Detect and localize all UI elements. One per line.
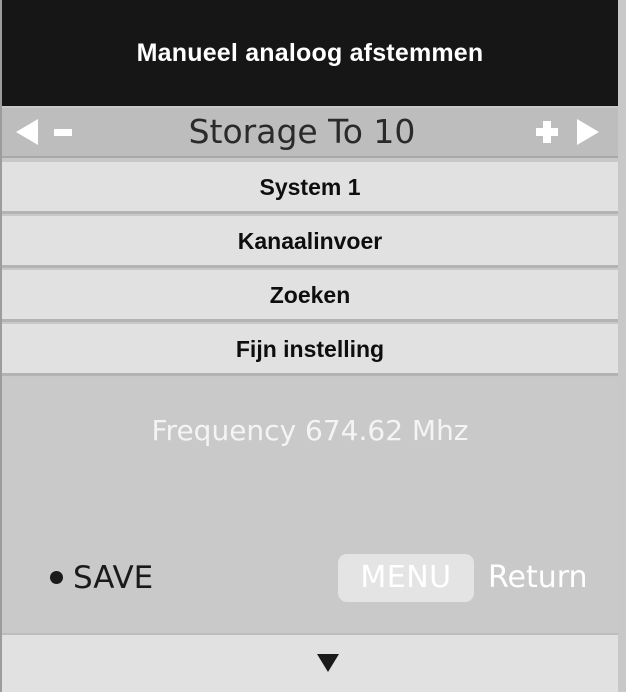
manual-tuning-panel: Manueel analoog afstemmen Storage To 10 … xyxy=(0,0,626,692)
menu-key-button[interactable]: MENU xyxy=(338,554,474,602)
frequency-readout: Frequency 674.62 Mhz xyxy=(151,414,469,447)
menu-item-fine-tuning[interactable]: Fijn instelling xyxy=(2,324,618,376)
return-label: Return xyxy=(488,560,588,595)
storage-selector[interactable]: Storage To 10 xyxy=(2,108,618,158)
panel-title: Manueel analoog afstemmen xyxy=(2,0,618,106)
info-area: Frequency 674.62 Mhz SAVE MENU Return xyxy=(2,378,618,633)
minus-icon[interactable] xyxy=(54,129,72,136)
plus-icon[interactable] xyxy=(536,121,558,143)
save-hint[interactable]: SAVE xyxy=(50,558,153,598)
menu-item-system[interactable]: System 1 xyxy=(2,162,618,214)
left-arrow-icon[interactable] xyxy=(16,119,38,145)
right-arrow-icon[interactable] xyxy=(577,119,599,145)
bullet-icon xyxy=(50,571,63,584)
down-arrow-icon[interactable] xyxy=(317,654,339,672)
storage-label: Storage To 10 xyxy=(188,112,416,151)
save-label: SAVE xyxy=(73,560,154,596)
menu-item-channel-input[interactable]: Kanaalinvoer xyxy=(2,216,618,268)
menu-item-search[interactable]: Zoeken xyxy=(2,270,618,322)
footer-bar xyxy=(2,633,618,692)
